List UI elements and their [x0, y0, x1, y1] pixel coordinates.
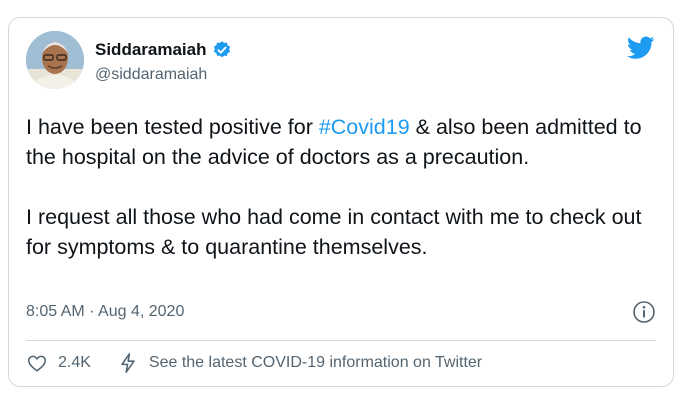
action-bar: 2.4K See the latest COVID-19 information… — [26, 352, 482, 374]
tweet-card[interactable]: Siddaramaiah @siddaramaiah I have been t… — [8, 17, 674, 387]
divider — [26, 340, 656, 341]
like-count: 2.4K — [58, 354, 91, 371]
display-name[interactable]: Siddaramaiah — [95, 40, 207, 60]
tweet-body: I have been tested positive for #Covid19… — [26, 112, 646, 262]
info-icon[interactable] — [632, 300, 656, 324]
author-name-row[interactable]: Siddaramaiah — [95, 40, 232, 60]
heart-icon — [27, 355, 47, 372]
covid-info-link[interactable]: See the latest COVID-19 information on T… — [117, 352, 482, 374]
lightning-icon — [121, 353, 135, 373]
hashtag-link[interactable]: #Covid19 — [319, 115, 410, 139]
verified-badge-icon — [212, 40, 232, 60]
timestamp[interactable]: 8:05 AM · Aug 4, 2020 — [26, 303, 184, 321]
avatar[interactable] — [26, 31, 84, 89]
handle[interactable]: @siddaramaiah — [95, 66, 207, 84]
body-text-part: I have been tested positive for — [26, 115, 319, 139]
twitter-bird-icon[interactable] — [626, 36, 655, 60]
like-button[interactable]: 2.4K — [26, 352, 91, 374]
covid-info-label[interactable]: See the latest COVID-19 information on T… — [149, 354, 482, 372]
